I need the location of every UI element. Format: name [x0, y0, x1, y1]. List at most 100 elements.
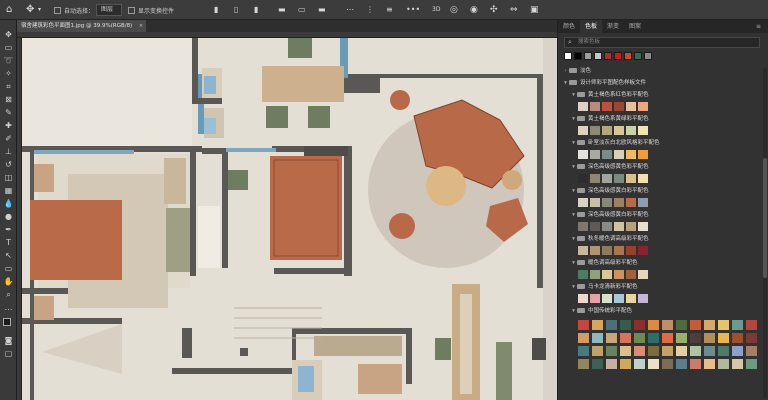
chevron-down-icon[interactable]: ▾	[570, 234, 577, 245]
color-swatch[interactable]	[602, 150, 612, 159]
color-swatch[interactable]	[638, 174, 648, 183]
color-swatch[interactable]	[638, 102, 648, 111]
color-swatch[interactable]	[590, 174, 600, 183]
color-swatch[interactable]	[602, 270, 612, 279]
align-center-icon[interactable]: ▯	[234, 0, 238, 20]
align-left-icon[interactable]: ▮	[214, 0, 218, 20]
lasso-tool-icon[interactable]: ➰	[3, 56, 14, 65]
color-swatch[interactable]	[746, 346, 757, 356]
color-swatch[interactable]	[676, 346, 687, 356]
color-swatch[interactable]	[590, 126, 600, 135]
align-bottom-icon[interactable]: ▬	[318, 0, 326, 20]
color-swatch[interactable]	[662, 346, 673, 356]
color-swatch[interactable]	[704, 320, 715, 330]
color-swatch[interactable]	[602, 126, 612, 135]
color-swatch[interactable]	[634, 346, 645, 356]
color-swatch[interactable]	[638, 246, 648, 255]
chevron-down-icon[interactable]: ▾	[570, 90, 577, 101]
color-swatch[interactable]	[718, 346, 729, 356]
chevron-down-icon[interactable]: ▾	[38, 0, 41, 20]
pen-tool-icon[interactable]: ✒	[3, 225, 14, 234]
color-swatch[interactable]	[690, 346, 701, 356]
more-tools-icon[interactable]: …	[3, 303, 14, 312]
distribute-v-icon[interactable]: ≡	[386, 0, 393, 20]
tab-swatches[interactable]: 色板	[580, 20, 603, 33]
color-swatch[interactable]	[626, 246, 636, 255]
color-swatch[interactable]	[704, 333, 715, 343]
color-swatch[interactable]	[578, 333, 589, 343]
color-swatch[interactable]	[626, 174, 636, 183]
color-swatch[interactable]	[614, 126, 624, 135]
color-swatch[interactable]	[732, 346, 743, 356]
align-right-icon[interactable]: ▮	[254, 0, 258, 20]
color-swatch[interactable]	[590, 198, 600, 207]
align-middle-icon[interactable]: ▭	[298, 0, 306, 20]
color-swatch[interactable]	[602, 198, 612, 207]
color-swatch[interactable]	[638, 126, 648, 135]
recent-color-swatch[interactable]	[624, 52, 632, 60]
color-swatch[interactable]	[676, 320, 687, 330]
history-brush-icon[interactable]: ↺	[3, 160, 14, 169]
quick-mask-icon[interactable]: ◙	[3, 336, 14, 345]
recent-color-swatch[interactable]	[614, 52, 622, 60]
color-swatch[interactable]	[614, 102, 624, 111]
color-swatch[interactable]	[690, 359, 701, 369]
recent-color-swatch[interactable]	[634, 52, 642, 60]
color-swatch[interactable]	[578, 246, 588, 255]
color-swatch[interactable]	[626, 102, 636, 111]
distribute-h-icon[interactable]: ⋮	[366, 0, 374, 20]
color-swatch[interactable]	[626, 126, 636, 135]
color-swatch[interactable]	[590, 294, 600, 303]
color-swatch[interactable]	[578, 198, 588, 207]
color-swatch[interactable]	[676, 359, 687, 369]
chevron-down-icon[interactable]: ▾	[570, 258, 577, 269]
chevron-down-icon[interactable]: ▾	[570, 210, 577, 221]
frame-tool-icon[interactable]: ⊠	[3, 95, 14, 104]
panel-menu-icon[interactable]: ≡	[751, 20, 766, 33]
swatch-group[interactable]: ▾ 黄土褐色系黄绿彩平配色	[570, 114, 768, 125]
move-tool-icon[interactable]: ✥	[3, 30, 14, 39]
panel-scrollbar[interactable]	[763, 68, 767, 398]
color-swatch[interactable]	[732, 359, 743, 369]
color-swatch[interactable]	[634, 333, 645, 343]
healing-brush-icon[interactable]: ✚	[3, 121, 14, 130]
color-swatch[interactable]	[614, 294, 624, 303]
swatch-group[interactable]: ▾ 深色高级感黄色彩平配色	[570, 162, 768, 173]
align-top-icon[interactable]: ▬	[278, 0, 286, 20]
color-swatch[interactable]	[718, 359, 729, 369]
foreground-color-swatch[interactable]	[3, 318, 11, 326]
color-swatch[interactable]	[676, 333, 687, 343]
color-swatch[interactable]	[746, 333, 757, 343]
color-swatch[interactable]	[648, 333, 659, 343]
swatch-group[interactable]: ▾ 马卡龙清新彩平配色	[570, 282, 768, 293]
color-swatch[interactable]	[614, 222, 624, 231]
close-icon[interactable]: ×	[139, 20, 144, 32]
path-select-icon[interactable]: ↖	[3, 251, 14, 260]
color-swatch[interactable]	[638, 294, 648, 303]
shape-tool-icon[interactable]: ▭	[3, 264, 14, 273]
color-swatch[interactable]	[746, 320, 757, 330]
color-swatch[interactable]	[638, 222, 648, 231]
color-swatch[interactable]	[690, 320, 701, 330]
color-swatch[interactable]	[578, 294, 588, 303]
eyedropper-icon[interactable]: ✎	[3, 108, 14, 117]
tab-gradients[interactable]: 渐变	[602, 20, 624, 33]
crop-tool-icon[interactable]: ⌗	[3, 82, 14, 91]
hand-tool-icon[interactable]: ✋	[3, 277, 14, 286]
color-swatch[interactable]	[578, 126, 588, 135]
color-swatch[interactable]	[592, 333, 603, 343]
color-swatch[interactable]	[662, 320, 673, 330]
color-swatch[interactable]	[732, 320, 743, 330]
color-swatch[interactable]	[732, 333, 743, 343]
swatch-group[interactable]: ▾ 秋冬暖色调高级彩平配色	[570, 234, 768, 245]
color-swatch[interactable]	[590, 270, 600, 279]
recent-color-swatch[interactable]	[574, 52, 582, 60]
swatch-group[interactable]: ▾ 中国传统彩平配色	[570, 306, 768, 317]
color-swatch[interactable]	[626, 150, 636, 159]
color-swatch[interactable]	[662, 333, 673, 343]
gradient-tool-icon[interactable]: ▦	[3, 186, 14, 195]
chevron-down-icon[interactable]: ▾	[570, 186, 577, 197]
chevron-down-icon[interactable]: ▾	[570, 162, 577, 173]
orbit-icon[interactable]: ◎	[450, 0, 458, 20]
show-transform-checkbox[interactable]	[128, 6, 138, 14]
